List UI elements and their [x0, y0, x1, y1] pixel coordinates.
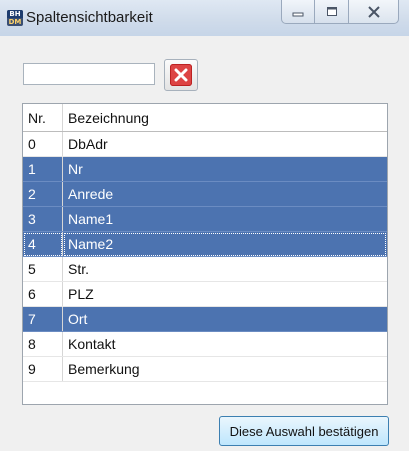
close-icon	[367, 5, 380, 18]
row-name-cell[interactable]: Name1	[62, 206, 387, 232]
row-nr-cell[interactable]: 8	[23, 331, 63, 357]
row-nr-cell[interactable]: 5	[23, 256, 63, 282]
grid-header-row: Nr. Bezeichnung	[23, 104, 387, 132]
clear-filter-button[interactable]	[164, 59, 198, 91]
row-nr-cell[interactable]: 2	[23, 181, 63, 207]
table-row[interactable]: 0 DbAdr	[23, 131, 387, 157]
row-name-cell[interactable]: Nr	[62, 156, 387, 182]
row-nr-cell[interactable]: 6	[23, 281, 63, 307]
row-name-cell[interactable]: Ort	[62, 306, 387, 332]
minimize-icon	[292, 12, 304, 16]
confirm-selection-button[interactable]: Diese Auswahl bestätigen	[219, 416, 389, 446]
app-icon-bottom-text: DM	[8, 18, 22, 26]
maximize-button[interactable]	[315, 0, 349, 24]
row-name-cell[interactable]: Name2	[62, 231, 387, 257]
row-name-cell[interactable]: PLZ	[62, 281, 387, 307]
row-nr-cell[interactable]: 7	[23, 306, 63, 332]
minimize-button[interactable]	[281, 0, 315, 24]
table-row[interactable]: 3 Name1	[23, 206, 387, 232]
title-bar[interactable]: BH DM Spaltensichtbarkeit	[0, 0, 409, 36]
table-row[interactable]: 5 Str.	[23, 256, 387, 282]
row-name-cell[interactable]: Anrede	[62, 181, 387, 207]
column-header-bezeichnung[interactable]: Bezeichnung	[62, 104, 387, 132]
red-x-icon	[170, 64, 192, 86]
window-title: Spaltensichtbarkeit	[26, 9, 153, 26]
filter-input[interactable]	[23, 63, 155, 85]
maximize-icon	[326, 7, 337, 16]
table-row[interactable]: 6 PLZ	[23, 281, 387, 307]
app-icon-top-text: BH	[7, 10, 23, 18]
row-nr-cell[interactable]: 1	[23, 156, 63, 182]
caption-buttons	[281, 0, 399, 24]
table-row[interactable]: 2 Anrede	[23, 181, 387, 207]
table-row[interactable]: 9 Bemerkung	[23, 356, 387, 382]
close-button[interactable]	[349, 0, 399, 24]
table-row[interactable]: 4 Name2	[23, 231, 387, 257]
row-name-cell[interactable]: DbAdr	[62, 131, 387, 157]
table-row[interactable]: 7 Ort	[23, 306, 387, 332]
app-icon[interactable]: BH DM	[7, 10, 23, 26]
table-row[interactable]: 8 Kontakt	[23, 331, 387, 357]
dialog-window: BH DM Spaltensichtbarkeit Nr. Bezeichnun…	[0, 0, 409, 451]
table-row[interactable]: 1 Nr	[23, 156, 387, 182]
row-nr-cell[interactable]: 9	[23, 356, 63, 382]
column-header-nr[interactable]: Nr.	[23, 104, 63, 132]
row-nr-cell[interactable]: 4	[23, 231, 63, 257]
column-visibility-grid[interactable]: Nr. Bezeichnung 0 DbAdr 1 Nr 2 Anrede 3 Name1 4 N…	[22, 103, 388, 405]
row-name-cell[interactable]: Kontakt	[62, 331, 387, 357]
row-name-cell[interactable]: Bemerkung	[62, 356, 387, 382]
row-name-cell[interactable]: Str.	[62, 256, 387, 282]
row-nr-cell[interactable]: 3	[23, 206, 63, 232]
row-nr-cell[interactable]: 0	[23, 131, 63, 157]
